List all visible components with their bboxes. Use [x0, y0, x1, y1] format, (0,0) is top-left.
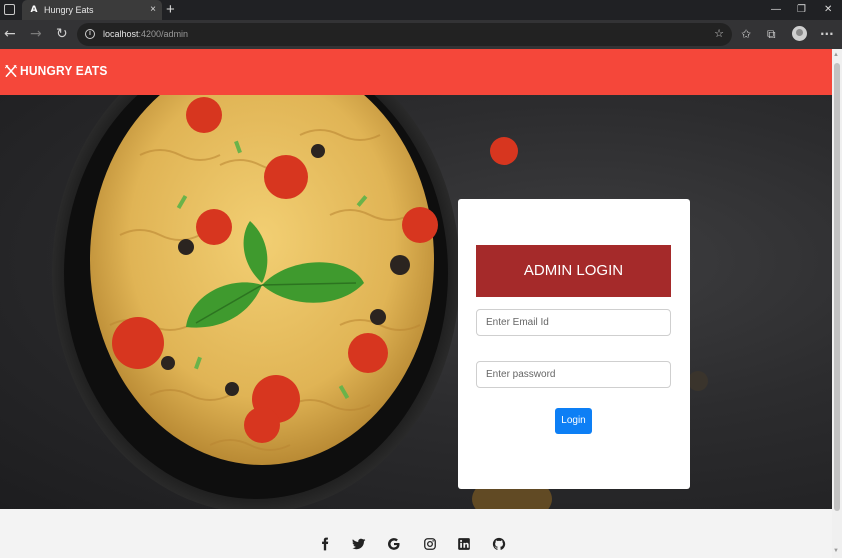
- forward-icon[interactable]: →: [30, 26, 42, 42]
- profile-icon[interactable]: [792, 26, 807, 41]
- google-icon[interactable]: [387, 537, 401, 551]
- collections-icon[interactable]: ⧉: [767, 26, 776, 42]
- minimize-icon[interactable]: —: [771, 2, 781, 18]
- address-host: localhost: [103, 29, 139, 39]
- fork-knife-icon: [4, 64, 18, 78]
- password-field[interactable]: [476, 361, 671, 388]
- close-icon[interactable]: ✕: [824, 2, 832, 18]
- scroll-down-icon[interactable]: ▼: [833, 547, 839, 555]
- browser-tab-bar: A Hungry Eats × + — ❐ ✕: [0, 0, 842, 20]
- instagram-icon[interactable]: [423, 537, 437, 551]
- scroll-thumb[interactable]: [834, 63, 840, 511]
- tab-actions-icon[interactable]: [4, 4, 15, 15]
- new-tab-button[interactable]: +: [166, 0, 175, 19]
- footer: [0, 509, 832, 558]
- brand[interactable]: HUNGRY EATS: [4, 62, 115, 80]
- page-scrollbar[interactable]: ▲ ▼: [832, 49, 842, 558]
- page: HUNGRY EATS ADMIN LOGIN Enter Email Id L…: [0, 49, 832, 558]
- close-tab-icon[interactable]: ×: [150, 3, 156, 17]
- reload-icon[interactable]: ↻: [56, 26, 68, 42]
- login-title: ADMIN LOGIN: [476, 245, 671, 297]
- tab-title: Hungry Eats: [44, 5, 94, 15]
- more-icon[interactable]: ···: [820, 26, 834, 42]
- restore-icon[interactable]: ❐: [797, 2, 806, 18]
- address-bar[interactable]: i localhost:4200/admin ☆: [77, 23, 732, 46]
- linkedin-icon[interactable]: [457, 537, 471, 551]
- navbar: HUNGRY EATS: [0, 49, 832, 95]
- brand-name: HUNGRY EATS: [20, 63, 108, 78]
- address-path: :4200/admin: [138, 29, 189, 39]
- facebook-icon[interactable]: [318, 537, 332, 551]
- login-card: ADMIN LOGIN Login: [458, 199, 690, 489]
- back-icon[interactable]: ←: [4, 26, 16, 42]
- twitter-icon[interactable]: [352, 537, 366, 551]
- browser-toolbar: ← → ↻ i localhost:4200/admin ☆ ✩ ⧉ ···: [0, 20, 842, 49]
- favorites-icon[interactable]: ✩: [741, 26, 751, 42]
- email-field[interactable]: [476, 309, 671, 336]
- browser-tab[interactable]: A Hungry Eats ×: [22, 0, 162, 20]
- pasta-bowl-image: [52, 95, 708, 509]
- login-button[interactable]: Login: [555, 408, 592, 434]
- address-url[interactable]: localhost:4200/admin: [103, 28, 188, 41]
- add-favorite-icon[interactable]: ☆: [714, 27, 724, 41]
- github-icon[interactable]: [492, 537, 506, 551]
- angular-favicon-icon: A: [30, 5, 38, 15]
- scroll-up-icon[interactable]: ▲: [833, 51, 839, 59]
- hero-background: ADMIN LOGIN Login: [0, 95, 832, 509]
- site-info-icon[interactable]: i: [85, 29, 95, 39]
